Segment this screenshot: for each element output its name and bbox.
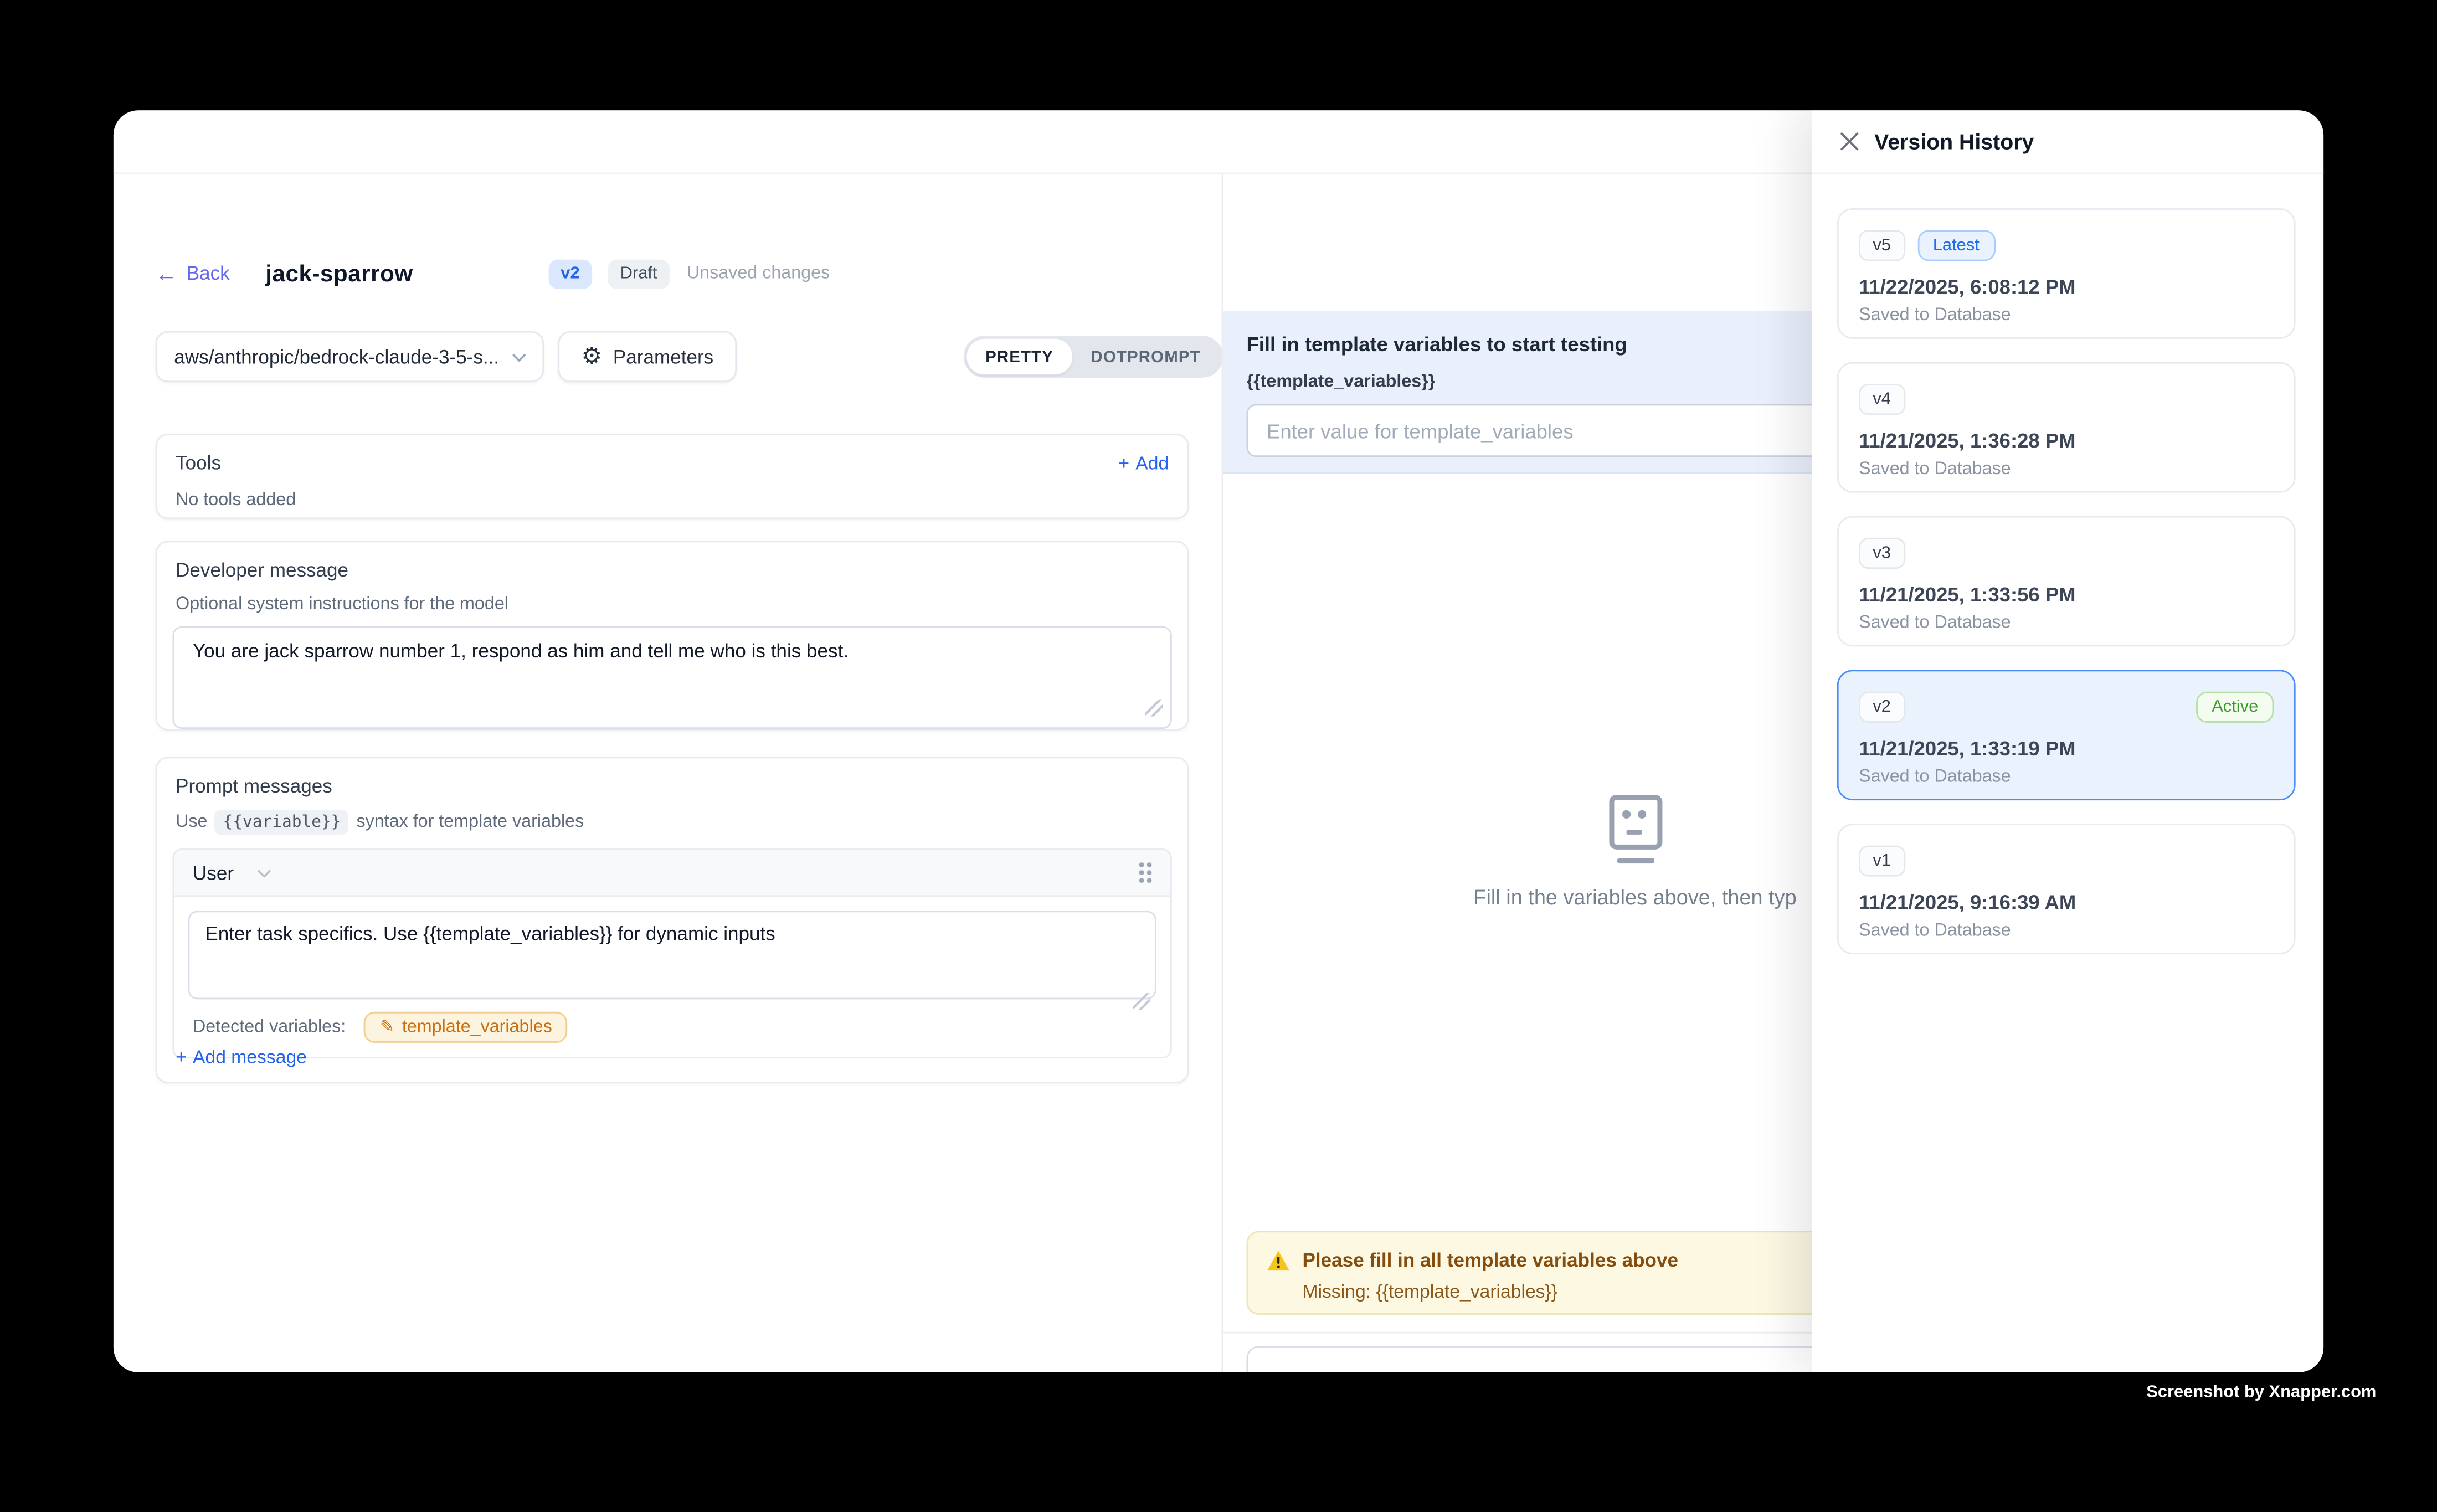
version-card-v2-active[interactable]: v2 Active 11/21/2025, 1:33:19 PM Saved t… [1837, 670, 2296, 800]
version-card-v1[interactable]: v1 11/21/2025, 9:16:39 AM Saved to Datab… [1837, 824, 2296, 954]
message-body: Enter task specifics. Use {{template_var… [174, 897, 1170, 1057]
version-date: 11/22/2025, 6:08:12 PM [1859, 275, 2274, 299]
add-message-button[interactable]: + Add message [176, 1046, 307, 1068]
version-history-title: Version History [1874, 129, 2034, 154]
xnapper-watermark: Screenshot by Xnapper.com [2146, 1383, 2376, 1402]
detected-variable-badge[interactable]: ✎ template_variables [364, 1012, 568, 1043]
version-status: Saved to Database [1859, 922, 2274, 940]
close-icon[interactable] [1837, 129, 1862, 154]
chevron-down-icon [255, 863, 274, 882]
detected-variables-row: Detected variables: ✎ template_variables [188, 1012, 1156, 1043]
model-toolbar: aws/anthropic/bedrock-claude-3-5-s... ⚙ … [156, 331, 1186, 383]
version-badge: v2 [548, 259, 592, 288]
developer-message-label: Developer message [176, 559, 1172, 581]
version-history-header: Version History [1812, 110, 2323, 174]
detected-variable-name: template_variables [402, 1018, 552, 1037]
hint-suffix: syntax for template variables [356, 813, 584, 832]
page-title: jack-sparrow [265, 260, 413, 287]
version-number-badge: v4 [1859, 384, 1905, 415]
tools-label: Tools [176, 452, 1169, 474]
version-date: 11/21/2025, 9:16:39 AM [1859, 891, 2274, 914]
add-message-label: Add message [193, 1046, 307, 1068]
model-select-value: aws/anthropic/bedrock-claude-3-5-s... [174, 346, 498, 367]
model-select[interactable]: aws/anthropic/bedrock-claude-3-5-s... [156, 331, 544, 383]
toggle-dotprompt[interactable]: DOTPROMPT [1072, 339, 1220, 375]
tools-card: Tools + Add No tools added [156, 434, 1189, 519]
prompt-message-textarea[interactable]: Enter task specifics. Use {{template_var… [188, 911, 1156, 999]
toggle-pretty[interactable]: PRETTY [966, 339, 1072, 375]
latest-badge: Latest [1917, 230, 1995, 261]
role-select[interactable]: User [193, 862, 274, 883]
version-history-drawer: Version History v5 Latest 11/22/2025, 6:… [1812, 110, 2323, 1372]
parameters-button[interactable]: ⚙ Parameters [558, 331, 737, 383]
detected-variables-label: Detected variables: [193, 1018, 346, 1037]
version-number-badge: v1 [1859, 846, 1905, 877]
version-number-badge: v3 [1859, 538, 1905, 569]
prompt-message-block: User Enter task specifics. Use {{templat… [172, 848, 1171, 1058]
back-button[interactable]: ← Back [156, 263, 230, 284]
version-status: Saved to Database [1859, 614, 2274, 632]
plus-icon: + [1118, 452, 1129, 474]
warning-title: Please fill in all template variables ab… [1303, 1249, 1678, 1271]
version-number-badge: v5 [1859, 230, 1905, 261]
version-date: 11/21/2025, 1:33:19 PM [1859, 737, 2274, 760]
hint-prefix: Use [176, 813, 207, 832]
version-status: Saved to Database [1859, 460, 2274, 479]
role-select-value: User [193, 862, 234, 883]
back-label: Back [187, 263, 230, 284]
view-mode-toggle: PRETTY DOTPROMPT [964, 336, 1222, 378]
robot-icon [1593, 794, 1677, 866]
prompt-messages-label: Prompt messages [176, 775, 1172, 797]
version-status: Saved to Database [1859, 306, 2274, 325]
prompt-messages-card: Prompt messages Use {{variable}} syntax … [156, 757, 1189, 1083]
version-status: Saved to Database [1859, 768, 2274, 786]
document-header: ← Back jack-sparrow v2 Draft Unsaved cha… [156, 250, 830, 297]
back-arrow-icon: ← [156, 263, 177, 284]
pencil-icon: ✎ [380, 1019, 394, 1036]
warning-icon [1267, 1249, 1290, 1271]
version-number-badge: v2 [1859, 692, 1905, 723]
version-date: 11/21/2025, 1:33:56 PM [1859, 583, 2274, 606]
parameters-label: Parameters [613, 346, 713, 367]
screenshot-stage: ← Back jack-sparrow v2 Draft Unsaved cha… [0, 0, 2437, 1512]
add-tool-label: Add [1135, 452, 1169, 474]
version-card-v5[interactable]: v5 Latest 11/22/2025, 6:08:12 PM Saved t… [1837, 208, 2296, 339]
plus-icon: + [176, 1046, 187, 1068]
drag-handle-icon[interactable] [1139, 862, 1151, 882]
variable-syntax-chip: {{variable}} [215, 810, 349, 835]
chevron-down-icon [510, 348, 528, 367]
active-badge: Active [2196, 692, 2274, 723]
developer-message-card: Developer message Optional system instru… [156, 541, 1189, 731]
developer-message-hint: Optional system instructions for the mod… [176, 595, 1172, 614]
version-date: 11/21/2025, 1:36:28 PM [1859, 429, 2274, 452]
draft-badge: Draft [608, 259, 670, 288]
tools-empty-text: No tools added [176, 491, 1169, 510]
message-role-header: User [174, 850, 1170, 897]
developer-message-textarea[interactable]: You are jack sparrow number 1, respond a… [172, 626, 1171, 729]
add-tool-button[interactable]: + Add [1118, 452, 1169, 474]
version-card-v3[interactable]: v3 11/21/2025, 1:33:56 PM Saved to Datab… [1837, 516, 2296, 647]
prompt-messages-hint: Use {{variable}} syntax for template var… [176, 810, 1172, 835]
gear-icon: ⚙ [581, 345, 602, 368]
app-window: ← Back jack-sparrow v2 Draft Unsaved cha… [114, 110, 2323, 1372]
version-card-v4[interactable]: v4 11/21/2025, 1:36:28 PM Saved to Datab… [1837, 362, 2296, 493]
unsaved-changes-label: Unsaved changes [687, 264, 830, 283]
